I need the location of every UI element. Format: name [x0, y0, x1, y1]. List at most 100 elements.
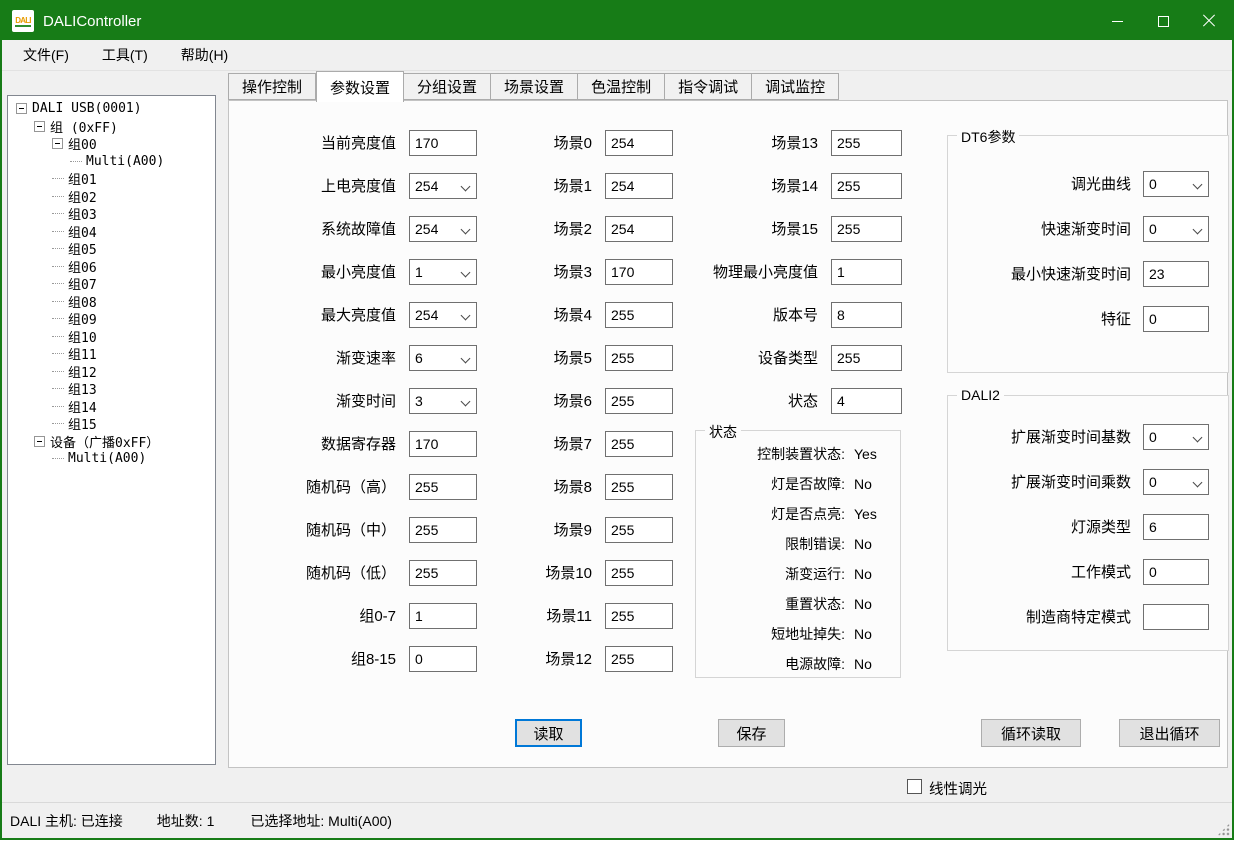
field-input[interactable]: 8 — [831, 302, 902, 328]
field-value: 255 — [611, 522, 634, 538]
status-value: No — [854, 566, 900, 582]
close-button[interactable] — [1186, 2, 1232, 40]
tree-item[interactable]: 组13 — [8, 380, 215, 398]
field-input[interactable]: 254 — [605, 130, 673, 156]
tree-item[interactable]: 组04 — [8, 223, 215, 241]
field-input[interactable]: 0 — [1143, 469, 1209, 495]
field-input[interactable]: 255 — [605, 560, 673, 586]
field-input[interactable]: 6 — [409, 345, 477, 371]
field-input[interactable]: 170 — [409, 431, 477, 457]
field-input[interactable]: 254 — [605, 216, 673, 242]
tab[interactable]: 参数设置 — [316, 71, 404, 102]
field-value: 1 — [415, 608, 423, 624]
tab[interactable]: 分组设置 — [404, 73, 491, 100]
tree-item[interactable]: 设备（广播0xFF） — [8, 433, 215, 451]
tree-item[interactable]: 组06 — [8, 258, 215, 276]
field-input[interactable]: 255 — [605, 431, 673, 457]
field-input[interactable]: 0 — [1143, 216, 1209, 242]
tab[interactable]: 指令调试 — [665, 73, 752, 100]
tab[interactable]: 场景设置 — [491, 73, 578, 100]
field-input[interactable]: 254 — [409, 216, 477, 242]
minimize-button[interactable] — [1094, 2, 1140, 40]
read-button[interactable]: 读取 — [515, 719, 582, 747]
tree-collapse-icon[interactable] — [16, 103, 27, 114]
tree-item[interactable]: 组14 — [8, 398, 215, 416]
tree-item[interactable]: 组11 — [8, 345, 215, 363]
field-input[interactable]: 0 — [1143, 424, 1209, 450]
tree-item[interactable]: 组01 — [8, 170, 215, 188]
field-input[interactable]: 4 — [831, 388, 902, 414]
menu-item[interactable]: 文件(F) — [10, 41, 82, 69]
field-input[interactable]: 1 — [831, 259, 902, 285]
loop-read-button[interactable]: 循环读取 — [981, 719, 1081, 747]
field-input[interactable]: 255 — [409, 474, 477, 500]
tree-item[interactable]: DALI USB(0001) — [8, 100, 215, 118]
tree-item[interactable]: 组09 — [8, 310, 215, 328]
tree-collapse-icon[interactable] — [52, 138, 63, 149]
field-input[interactable]: 0 — [1143, 559, 1209, 585]
field-input[interactable]: 255 — [605, 646, 673, 672]
field-input[interactable]: 1 — [409, 259, 477, 285]
field-label: 灯源类型 — [948, 516, 1143, 537]
tree-item[interactable]: Multi(A00) — [8, 450, 215, 468]
linear-dimming-checkbox[interactable] — [907, 779, 922, 794]
chevron-down-icon — [461, 224, 471, 234]
tab[interactable]: 调试监控 — [752, 73, 839, 100]
tree-item[interactable]: 组10 — [8, 328, 215, 346]
field-input[interactable]: 6 — [1143, 514, 1209, 540]
field-input[interactable]: 3 — [409, 388, 477, 414]
menu-item[interactable]: 帮助(H) — [168, 41, 241, 69]
field-input[interactable]: 170 — [409, 130, 477, 156]
menu-item[interactable]: 工具(T) — [89, 41, 161, 69]
field-input[interactable]: 254 — [409, 302, 477, 328]
tab[interactable]: 操作控制 — [228, 73, 316, 100]
tab[interactable]: 色温控制 — [578, 73, 665, 100]
save-button[interactable]: 保存 — [718, 719, 785, 747]
field-input[interactable]: 255 — [409, 560, 477, 586]
tree-item[interactable]: 组07 — [8, 275, 215, 293]
field-input[interactable]: 0 — [409, 646, 477, 672]
field-input[interactable]: 255 — [605, 388, 673, 414]
field-label: 渐变时间 — [275, 390, 409, 411]
field-input[interactable]: 0 — [1143, 306, 1209, 332]
tree-item[interactable]: 组05 — [8, 240, 215, 258]
field-input[interactable]: 255 — [831, 216, 902, 242]
tree-item[interactable]: 组15 — [8, 415, 215, 433]
status-label: 短地址掉失: — [696, 624, 854, 644]
field-label: 调光曲线 — [948, 173, 1143, 194]
field-input[interactable]: 255 — [409, 517, 477, 543]
resize-grip[interactable] — [1217, 823, 1230, 836]
field-input[interactable]: 170 — [605, 259, 673, 285]
tree-item[interactable]: 组12 — [8, 363, 215, 381]
tree-item[interactable]: 组 (0xFF) — [8, 118, 215, 136]
field-input[interactable]: 1 — [409, 603, 477, 629]
title-bar: DALI DALIController — [2, 2, 1232, 40]
field-label: 场景14 — [695, 175, 831, 196]
status-value: Yes — [854, 446, 900, 462]
field-input[interactable]: 255 — [605, 302, 673, 328]
tree-item[interactable]: 组08 — [8, 293, 215, 311]
field-value: 255 — [837, 350, 860, 366]
field-input[interactable]: 255 — [605, 474, 673, 500]
field-row: 场景4 255 — [510, 293, 673, 336]
field-input[interactable]: 255 — [831, 345, 902, 371]
field-input[interactable]: 255 — [831, 173, 902, 199]
field-input[interactable]: 255 — [605, 345, 673, 371]
field-input[interactable]: 254 — [409, 173, 477, 199]
tree-item[interactable]: 组02 — [8, 188, 215, 206]
exit-loop-button[interactable]: 退出循环 — [1119, 719, 1220, 747]
field-input[interactable]: 255 — [605, 603, 673, 629]
field-input[interactable]: 254 — [605, 173, 673, 199]
field-input[interactable]: 255 — [831, 130, 902, 156]
tree-item[interactable]: 组00 — [8, 135, 215, 153]
tree-item[interactable]: 组03 — [8, 205, 215, 223]
tree-collapse-icon[interactable] — [34, 121, 45, 132]
field-input[interactable]: 255 — [605, 517, 673, 543]
status-groupbox: 状态 控制装置状态: Yes 灯是否故障: No 灯是否点亮: Yes 限制错误… — [695, 430, 901, 678]
maximize-button[interactable] — [1140, 2, 1186, 40]
tree-item[interactable]: Multi(A00) — [8, 153, 215, 171]
field-input[interactable]: 23 — [1143, 261, 1209, 287]
field-input[interactable]: 0 — [1143, 171, 1209, 197]
field-input[interactable] — [1143, 604, 1209, 630]
tree-collapse-icon[interactable] — [34, 436, 45, 447]
